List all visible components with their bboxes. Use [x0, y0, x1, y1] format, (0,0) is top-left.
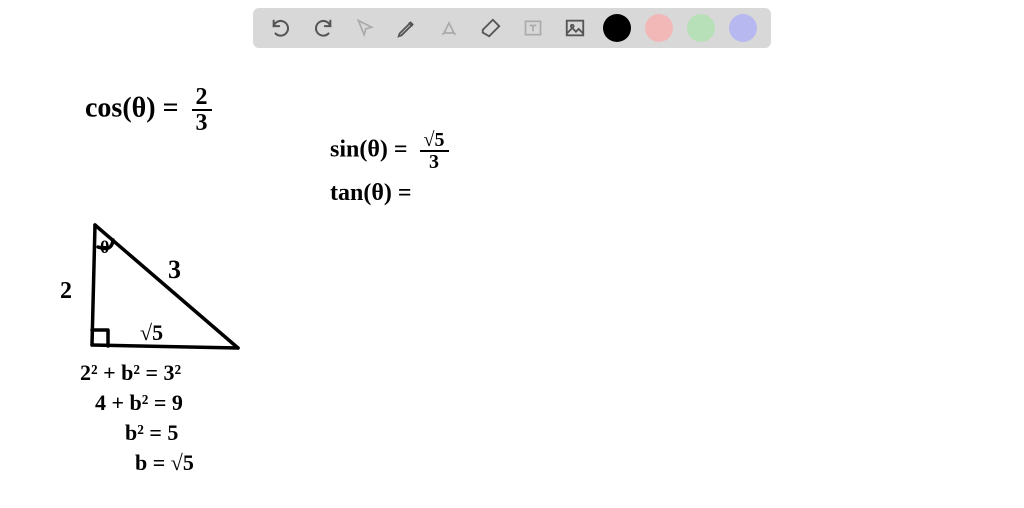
tan-equation: tan(θ) =	[330, 180, 412, 207]
triangle-drawing	[0, 0, 1024, 508]
sin-equation: sin(θ) = √5 3	[330, 130, 449, 172]
color-lavender[interactable]	[729, 14, 757, 42]
undo-button[interactable]	[267, 14, 295, 42]
drawing-toolbar	[253, 8, 771, 48]
sin-lhs: sin(θ) =	[330, 137, 408, 163]
work-line-2: 4 + b² = 9	[95, 390, 183, 416]
cos-lhs: cos(θ) =	[85, 92, 179, 123]
cos-numerator: 2	[192, 85, 212, 111]
whiteboard-canvas[interactable]: cos(θ) = 2 3 sin(θ) = √5 3 tan(θ) = 2	[0, 0, 1024, 508]
sin-numerator: √5	[420, 130, 449, 152]
color-green[interactable]	[687, 14, 715, 42]
eraser-tool[interactable]	[477, 14, 505, 42]
redo-button[interactable]	[309, 14, 337, 42]
work-line-1: 2² + b² = 3²	[80, 360, 181, 386]
pointer-tool[interactable]	[351, 14, 379, 42]
work-line-4: b = √5	[135, 450, 194, 476]
shapes-tool[interactable]	[435, 14, 463, 42]
triangle-side-left: 2	[60, 278, 72, 305]
sin-denominator: 3	[425, 152, 443, 172]
triangle-angle: θ	[100, 237, 109, 258]
color-black[interactable]	[603, 14, 631, 42]
triangle-hypotenuse: 3	[168, 255, 181, 285]
cos-equation: cos(θ) = 2 3	[85, 85, 212, 135]
triangle-base: √5	[140, 320, 163, 346]
image-tool[interactable]	[561, 14, 589, 42]
cos-denominator: 3	[192, 111, 212, 135]
text-tool[interactable]	[519, 14, 547, 42]
pen-tool[interactable]	[393, 14, 421, 42]
tan-lhs: tan(θ) =	[330, 180, 412, 206]
color-pink[interactable]	[645, 14, 673, 42]
work-line-3: b² = 5	[125, 420, 178, 446]
